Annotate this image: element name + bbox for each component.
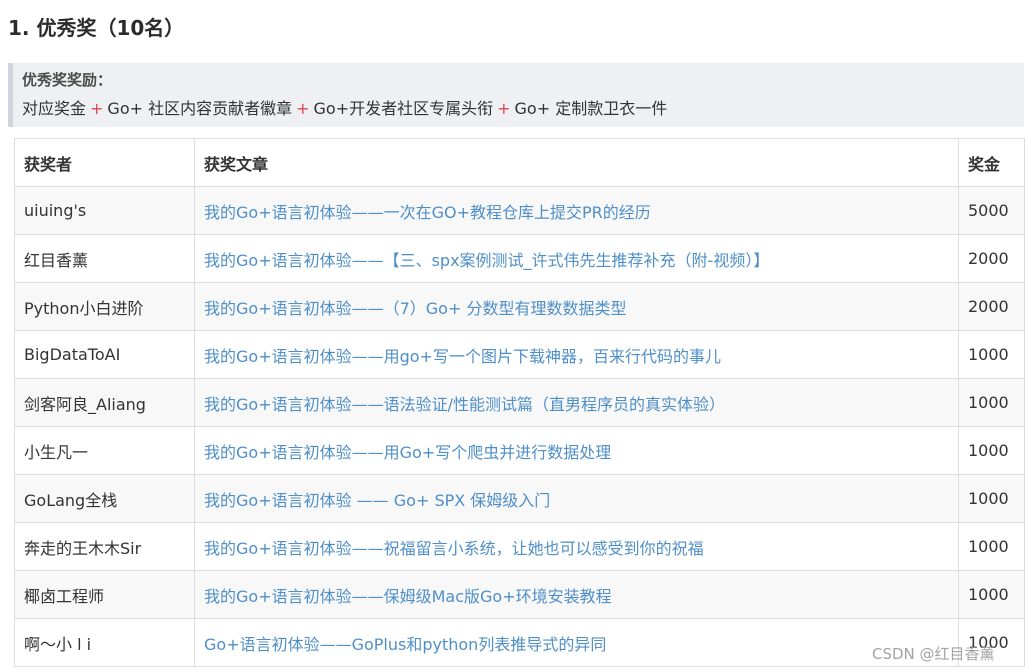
prize-cell: 2000 [958, 282, 1025, 331]
prize-cell: 1000 [958, 570, 1025, 619]
winner-cell: 剑客阿良_Aliang [14, 378, 195, 427]
article-link[interactable]: 我的Go+语言初体验 —— Go+ SPX 保姆级入门 [204, 491, 550, 510]
winner-cell: 椰卤工程师 [14, 570, 195, 619]
article-cell: 我的Go+语言初体验——祝福留言小系统，让她也可以感受到你的祝福 [194, 522, 959, 571]
article-cell: 我的Go+语言初体验——用go+写一个图片下载神器，百来行代码的事儿 [194, 330, 959, 379]
table-header-row: 获奖者 获奖文章 奖金 [14, 138, 1025, 187]
article-cell: 我的Go+语言初体验——语法验证/性能测试篇（直男程序员的真实体验） [194, 378, 959, 427]
prize-cell: 1000 [958, 378, 1025, 427]
article-link[interactable]: 我的Go+语言初体验——祝福留言小系统，让她也可以感受到你的祝福 [204, 539, 704, 558]
reward-item: Go+ 社区内容贡献者徽章 [107, 99, 293, 118]
callout-reward-list: 对应奖金 + Go+ 社区内容贡献者徽章 + Go+开发者社区专属头衔 + Go+ 定制款卫… [22, 96, 1024, 122]
article-link[interactable]: 我的Go+语言初体验——用go+写一个图片下载神器，百来行代码的事儿 [204, 347, 721, 366]
article-cell: 我的Go+语言初体验——保姆级Mac版Go+环境安装教程 [194, 570, 959, 619]
article-link[interactable]: 我的Go+语言初体验——保姆级Mac版Go+环境安装教程 [204, 587, 612, 606]
winner-cell: Python小白进阶 [14, 282, 195, 331]
table-row: BigDataToAI 我的Go+语言初体验——用go+写一个图片下载神器，百来行… [14, 330, 1025, 379]
table-row: 小生凡一 我的Go+语言初体验——用Go+写个爬虫并进行数据处理 1000 [14, 426, 1025, 475]
table-row: 剑客阿良_Aliang 我的Go+语言初体验——语法验证/性能测试篇（直男程序员的… [14, 378, 1025, 427]
plus-separator: + [90, 99, 104, 118]
winner-cell: uiuing's [14, 186, 195, 235]
prize-cell: 1000 [958, 474, 1025, 523]
awards-table-body: uiuing's 我的Go+语言初体验——一次在GO+教程仓库上提交PR的经历 50… [14, 186, 1025, 667]
plus-separator: + [296, 99, 310, 118]
article-cell: 我的Go+语言初体验——【三、spx案例测试_许式伟先生推荐补充（附-视频）】 [194, 234, 959, 283]
callout-title: 优秀奖奖励： [22, 71, 113, 89]
article-link[interactable]: 我的Go+语言初体验——一次在GO+教程仓库上提交PR的经历 [204, 203, 651, 222]
reward-item: Go+开发者社区专属头衔 [313, 99, 494, 118]
column-header-article: 获奖文章 [194, 138, 959, 187]
article-cell: 我的Go+语言初体验——（7）Go+ 分数型有理数数据类型 [194, 282, 959, 331]
winner-cell: BigDataToAI [14, 330, 195, 379]
winner-cell: 红目香薰 [14, 234, 195, 283]
prize-cell: 5000 [958, 186, 1025, 235]
article-link[interactable]: 我的Go+语言初体验——（7）Go+ 分数型有理数数据类型 [204, 299, 626, 318]
article-link[interactable]: 我的Go+语言初体验——用Go+写个爬虫并进行数据处理 [204, 443, 611, 462]
article-link[interactable]: 我的Go+语言初体验——语法验证/性能测试篇（直男程序员的真实体验） [204, 395, 725, 414]
table-row: 椰卤工程师 我的Go+语言初体验——保姆级Mac版Go+环境安装教程 1000 [14, 570, 1025, 619]
article-link[interactable]: Go+语言初体验——GoPlus和python列表推导式的异同 [204, 635, 606, 654]
table-row: uiuing's 我的Go+语言初体验——一次在GO+教程仓库上提交PR的经历 50… [14, 186, 1025, 235]
table-row: 红目香薰 我的Go+语言初体验——【三、spx案例测试_许式伟先生推荐补充（附-视… [14, 234, 1025, 283]
reward-item: Go+ 定制款卫衣一件 [514, 99, 668, 118]
section-heading: 1. 优秀奖（10名） [8, 16, 185, 40]
winner-cell: 啊～小 l i [14, 618, 195, 667]
awards-table: 获奖者 获奖文章 奖金 uiuing's 我的Go+语言初体验——一次在GO+教程… [14, 138, 1025, 667]
prize-cell: 2000 [958, 234, 1025, 283]
plus-separator: + [497, 99, 511, 118]
article-cell: Go+语言初体验——GoPlus和python列表推导式的异同 [194, 618, 959, 667]
prize-cell: 1000 [958, 522, 1025, 571]
column-header-prize: 奖金 [958, 138, 1025, 187]
article-cell: 我的Go+语言初体验 —— Go+ SPX 保姆级入门 [194, 474, 959, 523]
reward-item: 对应奖金 [22, 99, 87, 118]
table-row: GoLang全栈 我的Go+语言初体验 —— Go+ SPX 保姆级入门 1000 [14, 474, 1025, 523]
article-cell: 我的Go+语言初体验——用Go+写个爬虫并进行数据处理 [194, 426, 959, 475]
prize-cell: 1000 [958, 330, 1025, 379]
column-header-winner: 获奖者 [14, 138, 195, 187]
table-row: Python小白进阶 我的Go+语言初体验——（7）Go+ 分数型有理数数据类型 2… [14, 282, 1025, 331]
winner-cell: GoLang全栈 [14, 474, 195, 523]
table-row: 奔走的王木木Sir 我的Go+语言初体验——祝福留言小系统，让她也可以感受到你的祝… [14, 522, 1025, 571]
article-cell: 我的Go+语言初体验——一次在GO+教程仓库上提交PR的经历 [194, 186, 959, 235]
csdn-watermark: CSDN @红目香薰 [872, 645, 995, 663]
winner-cell: 小生凡一 [14, 426, 195, 475]
winner-cell: 奔走的王木木Sir [14, 522, 195, 571]
article-link[interactable]: 我的Go+语言初体验——【三、spx案例测试_许式伟先生推荐补充（附-视频）】 [204, 251, 769, 270]
prize-cell: 1000 [958, 426, 1025, 475]
reward-callout: 优秀奖奖励： 对应奖金 + Go+ 社区内容贡献者徽章 + Go+开发者社区专属头衔 + G… [8, 63, 1024, 127]
